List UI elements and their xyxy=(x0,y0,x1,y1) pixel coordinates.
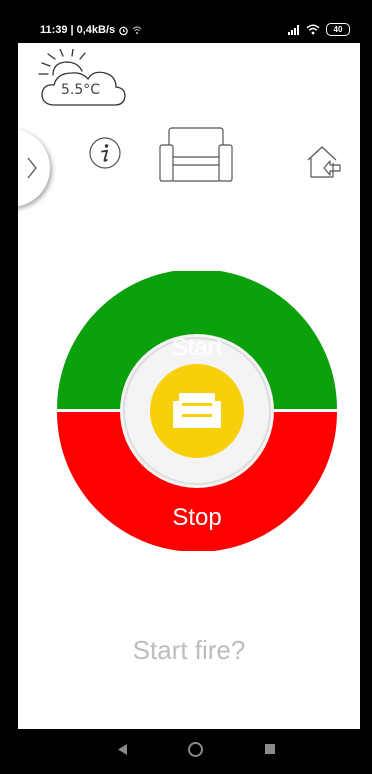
home-icon[interactable] xyxy=(188,742,203,757)
start-label: Start xyxy=(172,334,223,361)
app-screen: 5.5°C Start Stop Start fire? xyxy=(18,43,360,729)
status-divider: | xyxy=(70,24,74,36)
battery-level: 40 xyxy=(333,25,343,34)
wifi-hotspot-icon xyxy=(132,26,142,34)
drawer-toggle-button[interactable] xyxy=(18,129,50,207)
screen-bezel-right xyxy=(360,0,372,774)
status-right: 40 xyxy=(288,23,350,36)
signal-icon xyxy=(288,24,299,35)
recents-icon[interactable] xyxy=(265,744,275,754)
status-network-speed: 0,4kB/s xyxy=(76,24,116,36)
room-button[interactable] xyxy=(159,127,233,183)
battery-icon: 40 xyxy=(326,23,350,36)
status-bar: 11:39 | 0,4kB/s 40 xyxy=(18,17,360,43)
house-exit-icon xyxy=(307,146,341,178)
back-icon[interactable] xyxy=(118,744,128,755)
status-time: 11:39 xyxy=(40,24,68,36)
prompt-text: Start fire? xyxy=(132,635,246,665)
weather-temperature: 5.5°C xyxy=(61,82,101,98)
sofa-icon xyxy=(159,127,233,182)
sun-cloud-icon xyxy=(38,49,126,106)
info-icon xyxy=(89,137,121,169)
weather-widget[interactable]: 5.5°C xyxy=(33,49,128,109)
wifi-icon xyxy=(306,24,320,35)
stop-label: Stop xyxy=(172,504,221,531)
info-button[interactable] xyxy=(89,137,121,169)
status-left: 11:39 | 0,4kB/s xyxy=(40,24,142,36)
navigation-bar xyxy=(18,729,360,774)
screen-bezel-left xyxy=(0,0,18,774)
fire-control-dial: Start Stop xyxy=(57,269,337,552)
chevron-right-icon xyxy=(27,157,37,179)
sofa-icon xyxy=(173,393,221,428)
alarm-icon xyxy=(119,26,128,35)
dial-graphic: Start Stop xyxy=(57,269,337,552)
exit-home-button[interactable] xyxy=(304,143,342,181)
